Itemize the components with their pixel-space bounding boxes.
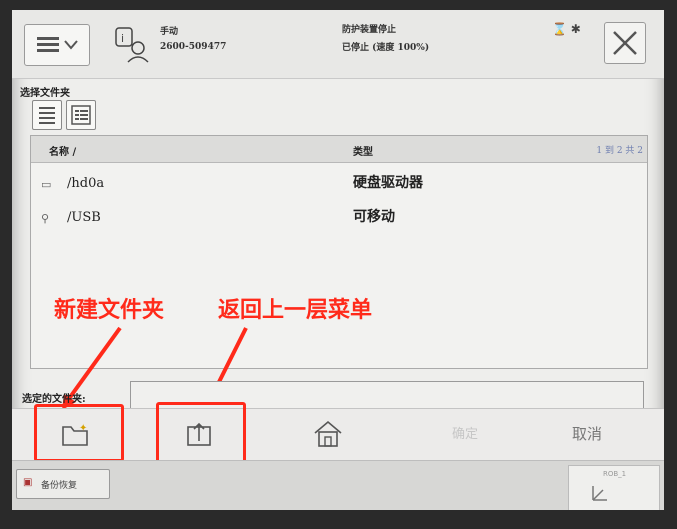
selected-folder-label: 选定的文件夹: bbox=[22, 394, 86, 405]
highlight-parent-folder bbox=[156, 402, 246, 464]
quickset-jog-button[interactable]: ROB_1 bbox=[568, 465, 660, 510]
flexpendant-screen: i 手动 2600-509477 防护装置停止 已停止 (速度 100%) ⌛ … bbox=[12, 10, 664, 510]
home-folder-button[interactable] bbox=[308, 415, 348, 455]
taskbar: ▣ 备份恢复 ROB_1 bbox=[12, 460, 664, 510]
highlight-new-folder bbox=[34, 404, 124, 462]
taskbar-tab-backup[interactable]: ▣ 备份恢复 bbox=[16, 469, 110, 499]
jog-label: ROB_1 bbox=[603, 470, 627, 478]
ok-button[interactable]: 确定 bbox=[452, 423, 478, 442]
cancel-button[interactable]: 取消 bbox=[572, 423, 602, 444]
backup-tab-label: 备份恢复 bbox=[41, 481, 78, 491]
home-icon bbox=[314, 420, 342, 447]
axis-icon bbox=[592, 486, 607, 501]
backup-icon: ▣ bbox=[23, 477, 33, 488]
